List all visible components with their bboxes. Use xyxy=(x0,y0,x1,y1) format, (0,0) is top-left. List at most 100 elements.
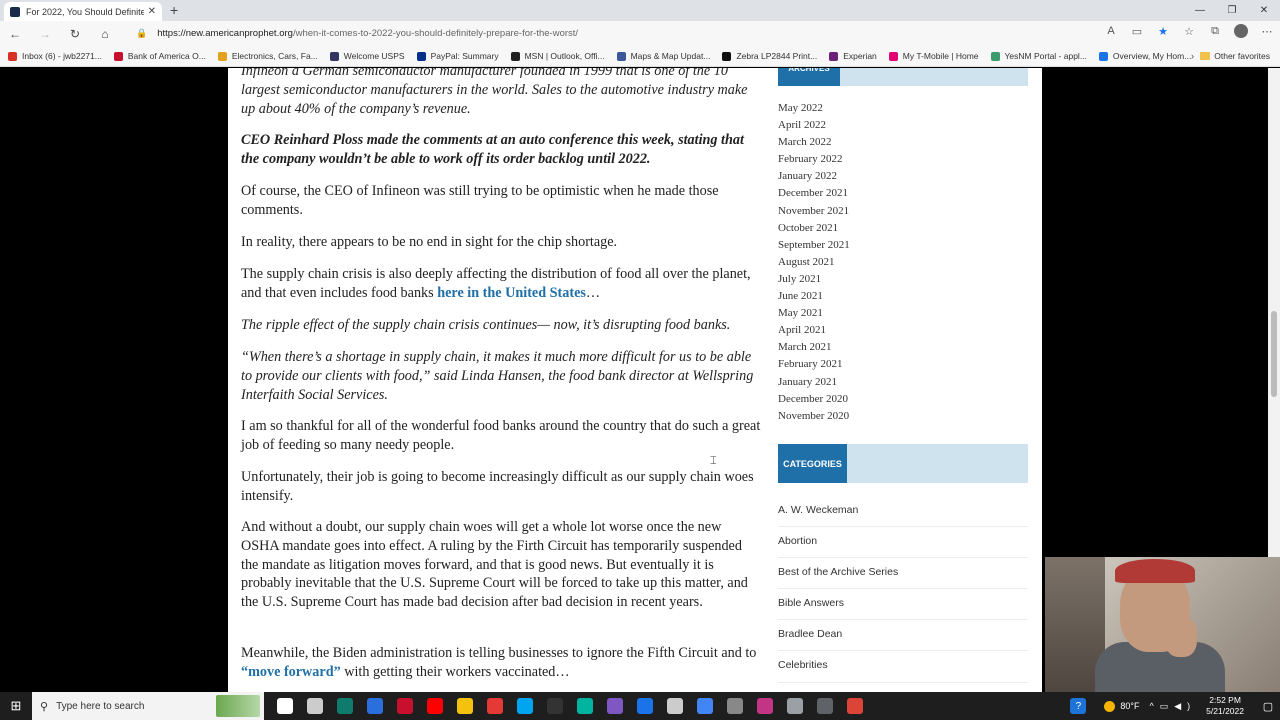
archive-link[interactable]: October 2021 xyxy=(778,221,850,238)
archive-link[interactable]: August 2021 xyxy=(778,255,850,272)
archives-label: ARCHIVES xyxy=(778,68,840,86)
sun-icon xyxy=(1104,700,1116,712)
archive-link[interactable]: May 2022 xyxy=(778,101,850,118)
bookmark-item[interactable]: Inbox (6) - jwb2271... xyxy=(8,51,102,61)
article-paragraph: Infineon a German semiconductor manufact… xyxy=(241,68,748,117)
taskbar-app-icon[interactable] xyxy=(427,698,443,714)
archive-link[interactable]: March 2021 xyxy=(778,340,850,357)
clock[interactable]: 2:52 PM 5/21/2022 xyxy=(1206,695,1244,717)
archive-link[interactable]: January 2021 xyxy=(778,375,850,392)
profile-avatar[interactable] xyxy=(1234,24,1248,38)
bookmark-item[interactable]: YesNM Portal - appl... xyxy=(990,51,1087,61)
taskbar-app-icon[interactable] xyxy=(607,698,623,714)
bookmark-item[interactable]: Overview, My Hom... xyxy=(1098,51,1191,61)
archive-link[interactable]: January 2022 xyxy=(778,169,850,186)
taskbar-app-icon[interactable] xyxy=(667,698,683,714)
address-field[interactable]: 🔒 https://new.americanprophet.org/when-i… xyxy=(136,24,1140,43)
search-icon: ⚲ xyxy=(40,700,49,713)
browser-tab-active[interactable]: For 2022, You Should Definitely P ✕ xyxy=(4,2,162,21)
refresh-icon[interactable]: ↻ xyxy=(60,27,90,41)
taskbar-app-icon[interactable] xyxy=(727,698,743,714)
archive-link[interactable]: April 2021 xyxy=(778,323,850,340)
archive-link[interactable]: December 2021 xyxy=(778,186,850,203)
tray-icons[interactable]: ^▭◀) xyxy=(1150,701,1197,712)
bookmarks-overflow-icon[interactable]: › xyxy=(1191,51,1194,61)
taskbar-app-icon[interactable] xyxy=(277,698,293,714)
article-paragraph: Unfortunately, their job is going to bec… xyxy=(241,469,754,504)
taskbar-app-icon[interactable] xyxy=(697,698,713,714)
bookmark-item[interactable]: Bank of America O... xyxy=(113,51,206,61)
bookmark-item[interactable]: Welcome USPS xyxy=(329,51,405,61)
archive-link[interactable]: February 2022 xyxy=(778,152,850,169)
minimize-icon[interactable]: — xyxy=(1184,0,1216,21)
restore-icon[interactable]: ❐ xyxy=(1216,0,1248,21)
link-move-forward[interactable]: “move forward” xyxy=(241,664,341,680)
archive-link[interactable]: July 2021 xyxy=(778,272,850,289)
archive-link[interactable]: December 2020 xyxy=(778,392,850,409)
taskbar-app-icon[interactable] xyxy=(337,698,353,714)
archive-link[interactable]: April 2022 xyxy=(778,118,850,135)
taskbar-search[interactable]: ⚲ Type here to search xyxy=(32,692,264,720)
archive-link[interactable]: May 2021 xyxy=(778,306,850,323)
scrollbar-thumb[interactable] xyxy=(1271,311,1277,397)
taskbar-app-icon[interactable] xyxy=(637,698,653,714)
archive-link[interactable]: September 2021 xyxy=(778,238,850,255)
taskbar-app-icon[interactable] xyxy=(787,698,803,714)
taskbar-app-icon[interactable] xyxy=(397,698,413,714)
bookmark-favicon-icon xyxy=(616,51,626,61)
archive-link[interactable]: February 2021 xyxy=(778,357,850,374)
link-united-states[interactable]: here in the United States xyxy=(437,285,586,301)
taskbar-app-icon[interactable] xyxy=(577,698,593,714)
start-windows-icon[interactable]: ⊞ xyxy=(0,692,32,720)
bookmark-item[interactable]: PayPal: Summary xyxy=(416,51,499,61)
favorites-icon[interactable]: ☆ xyxy=(1182,25,1196,38)
toolbar-right: A ▭ ★ ☆ ⧉ ⋯ xyxy=(1104,24,1274,38)
category-link[interactable]: Best of the Archive Series xyxy=(778,558,1028,590)
immersive-reader-icon[interactable]: ▭ xyxy=(1130,25,1144,38)
bookmark-item[interactable]: Zebra LP2844 Print... xyxy=(722,51,817,61)
archive-link[interactable]: June 2021 xyxy=(778,289,850,306)
archive-link[interactable]: November 2020 xyxy=(778,409,850,426)
taskbar-app-icon[interactable] xyxy=(367,698,383,714)
other-favorites[interactable]: Other favorites xyxy=(1200,51,1270,61)
forward-icon[interactable]: → xyxy=(30,27,60,41)
close-window-icon[interactable]: ✕ xyxy=(1248,0,1280,21)
read-aloud-icon[interactable]: A xyxy=(1104,25,1118,37)
bookmark-item[interactable]: Experian xyxy=(829,51,877,61)
lock-icon[interactable]: 🔒 xyxy=(136,28,147,39)
weather-widget[interactable]: 80°F xyxy=(1104,700,1140,712)
back-icon[interactable]: ← xyxy=(0,27,30,41)
bookmark-item[interactable]: My T-Mobile | Home xyxy=(888,51,979,61)
category-link[interactable]: Celebrities xyxy=(778,651,1028,683)
bookmark-favicon-icon xyxy=(416,51,426,61)
notifications-icon[interactable]: ▢ xyxy=(1256,700,1280,713)
taskbar-app-icon[interactable] xyxy=(547,698,563,714)
webcam-person-hand xyxy=(1165,617,1197,657)
new-tab-icon[interactable]: + xyxy=(170,2,178,18)
taskbar-app-icon[interactable] xyxy=(757,698,773,714)
collections-icon[interactable]: ⧉ xyxy=(1208,25,1222,38)
category-link[interactable]: Abortion xyxy=(778,527,1028,559)
archive-link[interactable]: November 2021 xyxy=(778,204,850,221)
mouse-cursor-icon: ⌶ xyxy=(710,455,717,467)
category-link[interactable]: A. W. Weckeman xyxy=(778,496,1028,528)
home-icon[interactable]: ⌂ xyxy=(90,27,120,41)
taskbar-app-icon[interactable] xyxy=(817,698,833,714)
bookmark-favicon-icon xyxy=(329,51,339,61)
taskbar-app-icon[interactable] xyxy=(517,698,533,714)
bookmark-item[interactable]: MSN | Outlook, Offi... xyxy=(510,51,605,61)
more-options-icon[interactable]: ⋯ xyxy=(1260,25,1274,38)
taskbar-app-icon[interactable] xyxy=(457,698,473,714)
taskbar-app-icon[interactable] xyxy=(847,698,863,714)
taskbar-app-icon[interactable] xyxy=(487,698,503,714)
close-tab-icon[interactable]: ✕ xyxy=(148,6,156,17)
help-icon[interactable]: ? xyxy=(1070,698,1087,714)
taskbar-app-icon[interactable] xyxy=(307,698,323,714)
bookmark-item[interactable]: Maps & Map Updat... xyxy=(616,51,710,61)
category-link[interactable]: Bible Answers xyxy=(778,589,1028,621)
favorite-star-icon[interactable]: ★ xyxy=(1156,25,1170,38)
category-link[interactable]: Bradlee Dean xyxy=(778,620,1028,652)
bookmark-favicon-icon xyxy=(113,51,123,61)
bookmark-item[interactable]: Electronics, Cars, Fa... xyxy=(217,51,318,61)
archive-link[interactable]: March 2022 xyxy=(778,135,850,152)
